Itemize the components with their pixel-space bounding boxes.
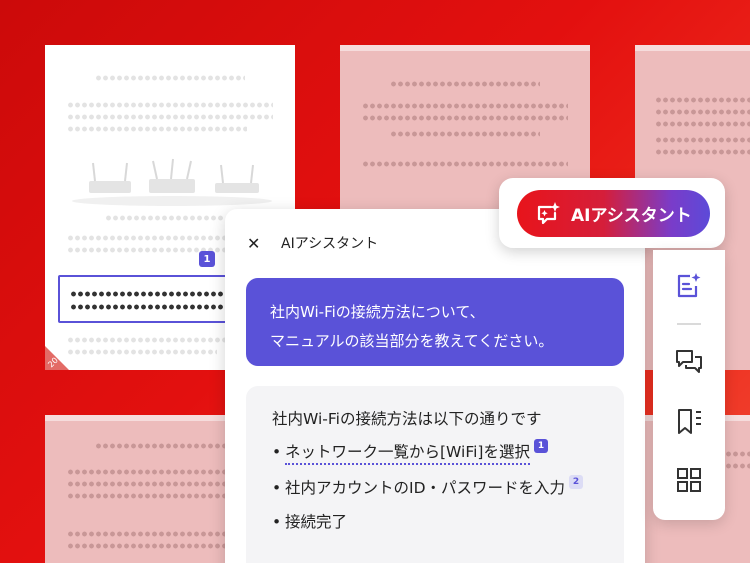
ai-assistant-icon[interactable] [675,272,703,300]
answer-intro: 社内Wi-Fiの接続方法は以下の通りです [272,410,542,428]
answer-list-item: • 接続完了 [272,511,598,533]
bullet: • [272,443,282,461]
answer-item-text: 社内アカウントのID・パスワードを入力 [285,479,566,497]
answer-item-link[interactable]: ネットワーク一覧から[WiFi]を選択 [285,441,530,465]
ai-assistant-button[interactable]: AIアシスタント [517,190,710,237]
ai-assistant-panel: ✕ AIアシスタント 社内Wi-Fiの接続方法について、 マニュアルの該当部分を… [225,209,645,563]
page-reference-badge[interactable]: 1 [199,251,215,267]
bullet: • [272,513,282,531]
answer-list-item: • ネットワーク一覧から[WiFi]を選択 1 [272,439,598,465]
grid-view-icon[interactable] [675,466,703,494]
panel-title: AIアシスタント [281,236,379,252]
answer-list-item: • 社内アカウントのID・パスワードを入力 2 [272,475,598,499]
assistant-answer-card: 社内Wi-Fiの接続方法は以下の通りです • ネットワーク一覧から[WiFi]を… [246,386,624,563]
right-sidebar [653,250,725,520]
comments-icon[interactable] [675,348,703,376]
sidebar-divider [677,323,701,325]
user-message-bubble: 社内Wi-Fiの接続方法について、 マニュアルの該当部分を教えてください。 [246,278,624,366]
user-message-line: 社内Wi-Fiの接続方法について、 [270,303,485,321]
answer-item-text: 接続完了 [285,513,348,531]
router-image [72,158,272,206]
reference-badge[interactable]: 2 [569,475,584,489]
bullet: • [272,479,282,497]
page-corner [45,346,69,370]
ai-button-container: AIアシスタント [499,178,725,248]
sparkle-chat-icon [537,201,560,224]
panel-header: ✕ AIアシスタント [247,233,378,253]
ai-button-label: AIアシスタント [571,206,692,226]
close-icon[interactable]: ✕ [247,234,265,253]
user-message-line: マニュアルの該当部分を教えてください。 [270,332,554,350]
bookmark-list-icon[interactable] [675,408,703,436]
reference-badge[interactable]: 1 [533,439,548,453]
